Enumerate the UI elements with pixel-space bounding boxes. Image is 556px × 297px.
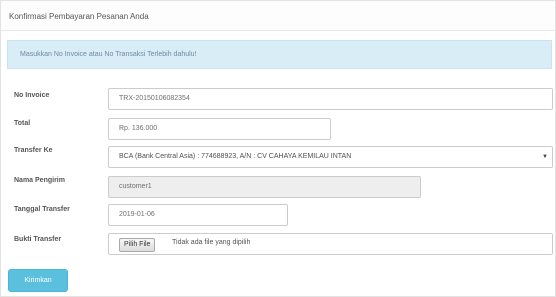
submit-button[interactable]: Kirimkan	[8, 269, 68, 292]
panel-title: Konfirmasi Pembayaran Pesanan Anda	[9, 12, 149, 21]
total-input[interactable]: Rp. 136.000	[108, 118, 331, 140]
invoice-label: No Invoice	[14, 92, 50, 99]
proof-file-input[interactable]: Pilih File Tidak ada file yang dipilih	[108, 233, 553, 255]
info-alert: Masukkan No Invoice atau No Transaksi Te…	[7, 40, 552, 69]
transfer-to-select[interactable]: BCA (Bank Central Asia) : 774688923, A/N…	[108, 146, 553, 168]
sender-name-input[interactable]: customer1	[108, 176, 421, 198]
alert-message: Masukkan No Invoice atau No Transaksi Te…	[20, 51, 197, 58]
transfer-to-label: Transfer Ke	[14, 147, 53, 154]
confirmation-panel: Konfirmasi Pembayaran Pesanan Anda Masuk…	[0, 0, 556, 297]
sender-name-label: Nama Pengirim	[14, 177, 65, 184]
chevron-down-icon: ▼	[542, 154, 548, 160]
transfer-date-input[interactable]: 2019-01-06	[108, 204, 288, 226]
transfer-date-label: Tanggal Transfer	[14, 206, 70, 213]
panel-heading: Konfirmasi Pembayaran Pesanan Anda	[1, 1, 555, 31]
total-label: Total	[14, 120, 31, 127]
no-file-text: Tidak ada file yang dipilih	[172, 239, 251, 246]
choose-file-button[interactable]: Pilih File	[119, 238, 156, 252]
proof-label: Bukti Transfer	[14, 236, 62, 243]
invoice-input[interactable]: TRX-20150106082354	[108, 88, 553, 110]
transfer-to-selected: BCA (Bank Central Asia) : 774688923, A/N…	[119, 153, 352, 160]
